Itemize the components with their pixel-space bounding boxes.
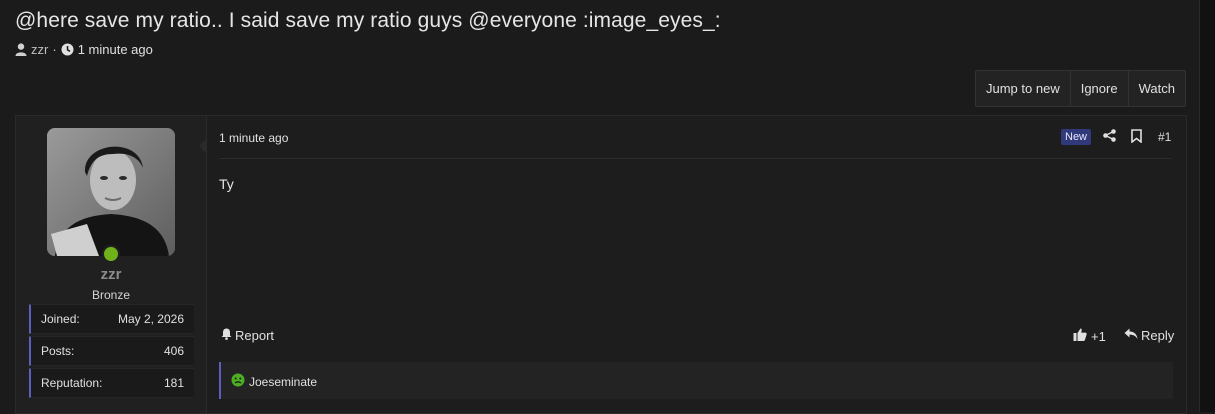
thread-time: 1 minute ago bbox=[77, 42, 153, 57]
report-label: Report bbox=[235, 328, 275, 343]
thread-title: @here save my ratio.. I said save my rat… bbox=[15, 9, 721, 32]
post-username[interactable]: zzr bbox=[16, 266, 206, 283]
thumbs-up-icon bbox=[1073, 328, 1087, 344]
post-header-divider bbox=[219, 158, 1172, 159]
jump-to-new-button[interactable]: Jump to new bbox=[976, 71, 1070, 106]
reply-button[interactable]: Reply bbox=[1124, 328, 1174, 343]
post-user-panel: zzr Bronze Joined: May 2, 2026 Posts: 40… bbox=[16, 116, 207, 413]
reply-label: Reply bbox=[1141, 328, 1175, 343]
reactor-name: Joeseminate bbox=[249, 374, 318, 389]
thread-author-link[interactable]: zzr bbox=[31, 42, 48, 57]
ignore-button[interactable]: Ignore bbox=[1069, 71, 1128, 106]
stat-posts: Posts: 406 bbox=[29, 336, 194, 366]
post-number-link[interactable]: #1 bbox=[1158, 130, 1171, 144]
sick-face-emoji-icon bbox=[231, 373, 245, 390]
user-icon bbox=[15, 43, 27, 56]
online-status-dot bbox=[102, 245, 120, 263]
user-rank: Bronze bbox=[91, 288, 131, 302]
thread-actions: Jump to new Ignore Watch bbox=[975, 70, 1186, 107]
reply-icon bbox=[1124, 328, 1138, 343]
meta-separator: · bbox=[52, 42, 57, 57]
reactions-bar: Joeseminate bbox=[219, 362, 1173, 399]
stat-label: Joined: bbox=[41, 312, 80, 326]
share-icon[interactable] bbox=[1103, 129, 1116, 147]
avatar[interactable] bbox=[47, 128, 175, 256]
thread-meta: zzr · 1 minute ago bbox=[15, 42, 153, 57]
stat-label: Reputation: bbox=[41, 376, 103, 390]
stat-joined: Joined: May 2, 2026 bbox=[29, 304, 194, 334]
post-body: Ty bbox=[219, 176, 234, 192]
new-badge: New bbox=[1061, 129, 1092, 145]
stat-value: 181 bbox=[163, 376, 184, 390]
reaction-user-link[interactable]: Joeseminate bbox=[231, 373, 317, 390]
stat-value: 406 bbox=[163, 344, 184, 358]
watch-button[interactable]: Watch bbox=[1127, 71, 1185, 106]
stat-value: May 2, 2026 bbox=[117, 312, 184, 326]
post-time-link[interactable]: 1 minute ago bbox=[219, 131, 288, 145]
bell-icon bbox=[221, 328, 232, 343]
stat-label: Posts: bbox=[41, 344, 75, 358]
like-count: +1 bbox=[1091, 328, 1106, 344]
stat-reputation: Reputation: 181 bbox=[29, 368, 194, 398]
message-pointer-arrow bbox=[199, 138, 207, 154]
post: zzr Bronze Joined: May 2, 2026 Posts: 40… bbox=[15, 115, 1187, 414]
report-button[interactable]: Report bbox=[221, 328, 274, 343]
page-scroll-gutter bbox=[1199, 0, 1215, 412]
like-button[interactable]: +1 bbox=[1073, 328, 1106, 344]
clock-icon bbox=[61, 43, 74, 56]
bookmark-icon[interactable] bbox=[1131, 129, 1142, 148]
